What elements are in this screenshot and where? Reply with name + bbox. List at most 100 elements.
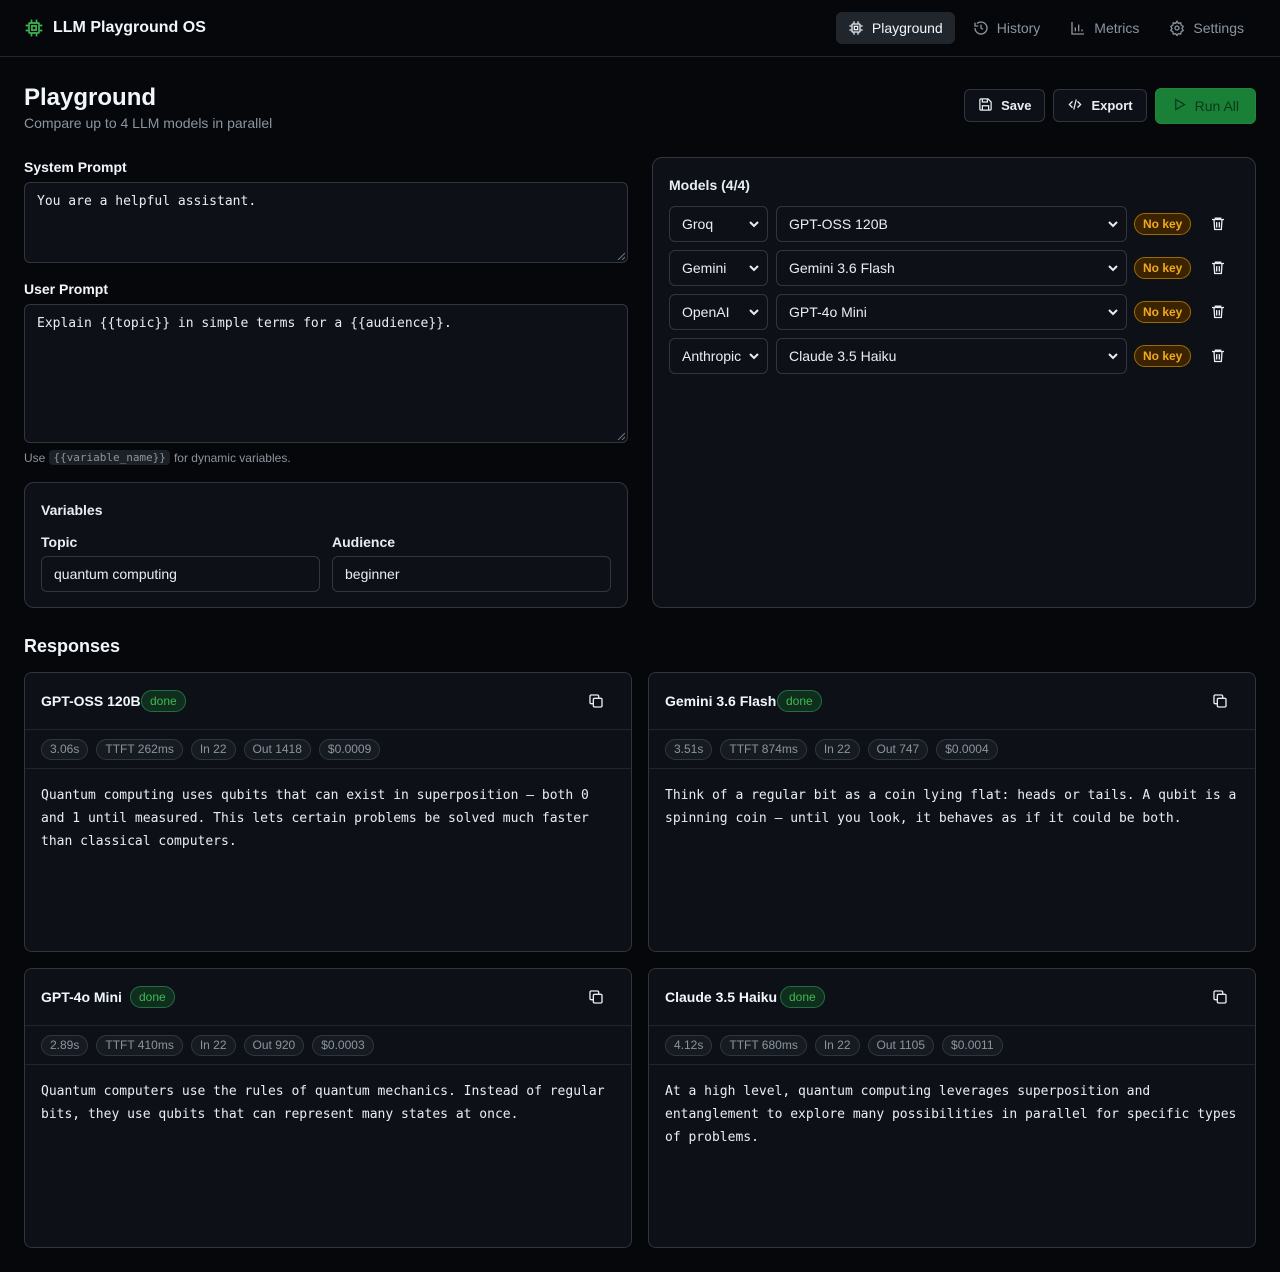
- play-icon: [1172, 97, 1187, 115]
- status-badge: done: [130, 986, 175, 1008]
- provider-select[interactable]: Groq: [669, 206, 768, 242]
- output-tokens-metric: Out 1105: [867, 1035, 935, 1056]
- nav-history[interactable]: History: [961, 12, 1053, 44]
- chevron-down-icon: [749, 265, 759, 272]
- user-prompt-input[interactable]: Explain {{topic}} in simple terms for a …: [24, 304, 628, 443]
- run-all-button[interactable]: Run All: [1154, 88, 1256, 124]
- variable-input-audience[interactable]: beginner: [332, 556, 611, 592]
- chevron-down-icon: [1108, 353, 1118, 360]
- variables-title: Variables: [41, 502, 103, 518]
- toolbar: Save Export Run All: [964, 88, 1256, 124]
- copy-icon[interactable]: [1212, 693, 1228, 709]
- history-icon: [973, 20, 989, 36]
- chevron-down-icon: [1108, 265, 1118, 272]
- export-button[interactable]: Export: [1053, 89, 1147, 122]
- cost-metric: $0.0003: [312, 1035, 374, 1056]
- metrics-row: 3.06s TTFT 262ms In 22 Out 1418 $0.0009: [25, 730, 631, 769]
- status-badge: done: [141, 690, 186, 712]
- input-tokens-metric: In 22: [814, 1035, 860, 1056]
- card-model-name: GPT-4o Mini: [41, 989, 122, 1005]
- trash-icon[interactable]: [1210, 259, 1226, 276]
- response-text: Quantum computers use the rules of quant…: [41, 1084, 605, 1122]
- page-title: Playground: [24, 84, 157, 111]
- brand[interactable]: LLM Playground OS: [24, 18, 206, 38]
- cpu-icon: [848, 20, 864, 36]
- resize-handle-icon[interactable]: [617, 252, 625, 260]
- model-select[interactable]: GPT-OSS 120B: [776, 206, 1127, 242]
- model-row: Gemini Gemini 3.6 Flash No key: [669, 250, 1239, 286]
- cost-metric: $0.0004: [936, 739, 998, 760]
- metrics-row: 2.89s TTFT 410ms In 22 Out 920 $0.0003: [25, 1026, 631, 1065]
- nav-label: Metrics: [1094, 20, 1140, 36]
- gear-icon: [1169, 20, 1185, 36]
- system-prompt-label: System Prompt: [24, 159, 127, 175]
- nav-playground[interactable]: Playground: [835, 12, 955, 44]
- save-icon: [978, 97, 993, 115]
- input-tokens-metric: In 22: [190, 1035, 236, 1056]
- trash-icon[interactable]: [1210, 303, 1226, 320]
- nav-label: Playground: [871, 20, 943, 36]
- chevron-down-icon: [749, 221, 759, 228]
- response-card: Claude 3.5 Haiku done 4.12s TTFT 680ms I…: [648, 968, 1256, 1248]
- provider-value: Groq: [682, 216, 714, 232]
- save-button[interactable]: Save: [964, 89, 1046, 122]
- copy-icon[interactable]: [588, 989, 604, 1005]
- card-header: GPT-4o Mini done: [25, 969, 631, 1026]
- card-model-name: GPT-OSS 120B: [41, 693, 141, 709]
- nav-metrics[interactable]: Metrics: [1058, 12, 1151, 44]
- models-panel: Models (4/4) Groq GPT-OSS 120B No key Ge…: [652, 157, 1256, 608]
- provider-select[interactable]: Anthropic: [669, 338, 768, 374]
- model-select[interactable]: GPT-4o Mini: [776, 294, 1127, 330]
- hint-code: {{variable_name}}: [49, 450, 170, 465]
- ttft-metric: TTFT 410ms: [96, 1035, 183, 1056]
- variable-input-topic[interactable]: quantum computing: [41, 556, 320, 592]
- card-header: Claude 3.5 Haiku done: [649, 969, 1255, 1026]
- variable-label-topic: Topic: [41, 534, 78, 550]
- user-prompt-label: User Prompt: [24, 281, 109, 297]
- hint-suffix: for dynamic variables.: [173, 450, 291, 465]
- status-badge: done: [780, 986, 825, 1008]
- export-label: Export: [1091, 98, 1133, 113]
- system-prompt-text: You are a helpful assistant.: [37, 194, 257, 209]
- cost-metric: $0.0009: [318, 739, 381, 760]
- latency-metric: 3.06s: [41, 739, 89, 760]
- chevron-down-icon: [1108, 221, 1118, 228]
- provider-value: Gemini: [682, 260, 727, 276]
- main-nav: Playground History Metrics Settings: [835, 12, 1256, 44]
- copy-icon[interactable]: [588, 693, 604, 709]
- system-prompt-input[interactable]: You are a helpful assistant.: [24, 182, 628, 263]
- response-card: Gemini 3.6 Flash done 3.51s TTFT 874ms I…: [648, 672, 1256, 952]
- responses-title: Responses: [24, 636, 121, 656]
- response-text: At a high level, quantum computing lever…: [665, 1084, 1237, 1145]
- latency-metric: 3.51s: [665, 739, 713, 760]
- provider-select[interactable]: OpenAI: [669, 294, 768, 330]
- provider-select[interactable]: Gemini: [669, 250, 768, 286]
- no-key-badge: No key: [1134, 213, 1192, 235]
- nav-settings[interactable]: Settings: [1157, 12, 1256, 44]
- model-select[interactable]: Claude 3.5 Haiku: [776, 338, 1127, 374]
- output-tokens-metric: Out 747: [867, 739, 929, 760]
- output-tokens-metric: Out 1418: [243, 739, 311, 760]
- no-key-badge: No key: [1134, 345, 1192, 367]
- trash-icon[interactable]: [1210, 347, 1226, 364]
- card-model-name: Gemini 3.6 Flash: [665, 693, 777, 709]
- copy-icon[interactable]: [1212, 989, 1228, 1005]
- trash-icon[interactable]: [1210, 215, 1226, 232]
- model-select[interactable]: Gemini 3.6 Flash: [776, 250, 1127, 286]
- cost-metric: $0.0011: [942, 1035, 1003, 1056]
- bar-chart-icon: [1070, 20, 1086, 36]
- latency-metric: 4.12s: [665, 1035, 713, 1056]
- model-value: GPT-4o Mini: [789, 304, 867, 320]
- response-text: Quantum computing uses qubits that can e…: [41, 788, 589, 849]
- resize-handle-icon[interactable]: [617, 432, 625, 440]
- app-title: LLM Playground OS: [53, 19, 206, 36]
- model-value: Claude 3.5 Haiku: [789, 348, 897, 364]
- input-tokens-metric: In 22: [190, 739, 236, 760]
- model-value: Gemini 3.6 Flash: [789, 260, 895, 276]
- run-label: Run All: [1194, 98, 1239, 114]
- input-tokens-metric: In 22: [814, 739, 860, 760]
- response-card: GPT-OSS 120B done 3.06s TTFT 262ms In 22…: [24, 672, 632, 952]
- status-badge: done: [777, 690, 822, 712]
- code-icon: [1067, 97, 1083, 115]
- card-header: Gemini 3.6 Flash done: [649, 673, 1255, 730]
